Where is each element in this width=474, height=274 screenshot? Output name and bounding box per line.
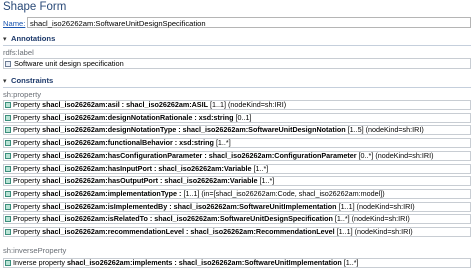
annotations-section-header[interactable]: ▾ Annotations: [3, 34, 55, 43]
row-prefix: Property: [13, 214, 41, 224]
row-prefix: Property: [13, 227, 41, 236]
divider: [3, 45, 471, 46]
property-row[interactable]: Property shacl_iso26262am:implementationT…: [3, 188, 471, 199]
row-cardinality: [1..*]: [343, 258, 359, 267]
rdfs-label-label: rdfs:label: [3, 48, 34, 57]
property-icon: [5, 165, 11, 172]
row-property-name: shacl_iso26262am:designNotationType : sh…: [42, 125, 346, 135]
property-icon: [5, 114, 11, 121]
inverse-property-row[interactable]: Inverse property shacl_iso26262am:implem…: [3, 258, 471, 268]
row-cardinality: [1..*]: [253, 163, 269, 173]
row-property-name: shacl_iso26262am:recommendationLevel : s…: [42, 227, 335, 236]
row-property-name: shacl_iso26262am:hasConfigurationParamet…: [42, 150, 357, 160]
sh-inverse-property-label: sh:inverseProperty: [3, 246, 67, 255]
constraints-title: Constraints: [11, 76, 54, 85]
row-prefix: Property: [13, 100, 41, 109]
row-property-name: shacl_iso26262am:designNotationRationale…: [42, 112, 234, 122]
row-property-name: shacl_iso26262am:hasOutputPort : shacl_i…: [42, 176, 258, 186]
property-row[interactable]: Property shacl_iso26262am:designNotationT…: [3, 125, 471, 136]
row-property-name: shacl_iso26262am:implementationType :: [42, 188, 182, 198]
rdfs-label-value-row[interactable]: Software unit design specification: [3, 58, 471, 69]
property-icon: [5, 178, 11, 185]
name-row: Name: shacl_iso26262am:SoftwareUnitDesig…: [3, 17, 471, 29]
property-row[interactable]: Property shacl_iso26262am:asil : shacl_is…: [3, 100, 471, 110]
property-icon: [5, 102, 11, 108]
sh-property-label: sh:property: [3, 90, 41, 99]
property-row[interactable]: Property shacl_iso26262am:hasConfiguratio…: [3, 150, 471, 161]
property-row[interactable]: Property shacl_iso26262am:recommendationL…: [3, 227, 471, 237]
property-row[interactable]: Property shacl_iso26262am:isImplementedBy…: [3, 201, 471, 212]
row-cardinality: [1..1] (in=[shacl_iso26262am:Code, shacl…: [183, 188, 385, 198]
row-property-name: shacl_iso26262am:asil : shacl_iso26262am…: [42, 100, 208, 109]
row-prefix: Property: [13, 150, 41, 160]
chevron-down-icon[interactable]: ▾: [3, 77, 11, 85]
property-icon: [5, 127, 11, 134]
constraints-section-header[interactable]: ▾ Constraints: [3, 76, 53, 85]
row-cardinality: [1..*] (nodeKind=sh:IRI): [334, 214, 410, 224]
property-row[interactable]: Property shacl_iso26262am:isRelatedTo : s…: [3, 214, 471, 225]
row-property-name: shacl_iso26262am:functionalBehavior : xs…: [42, 138, 214, 148]
row-cardinality: [1..5] (nodeKind=sh:IRI): [347, 125, 424, 135]
property-row[interactable]: Property shacl_iso26262am:hasOutputPort :…: [3, 176, 471, 187]
document-icon: [5, 60, 11, 67]
name-link[interactable]: Name:: [3, 19, 27, 28]
page-title: Shape Form: [3, 1, 67, 13]
row-prefix: Property: [13, 125, 41, 135]
name-input[interactable]: shacl_iso26262am:SoftwareUnitDesignSpeci…: [27, 17, 471, 28]
annotations-title: Annotations: [11, 34, 56, 43]
property-row[interactable]: Property shacl_iso26262am:hasInputPort : …: [3, 163, 471, 174]
property-icon: [5, 152, 11, 159]
row-prefix: Property: [13, 163, 41, 173]
row-prefix: Inverse property: [13, 258, 65, 267]
row-cardinality: [0..*] (nodeKind=sh:IRI): [358, 150, 434, 160]
row-prefix: Property: [13, 138, 41, 148]
property-icon: [5, 216, 11, 223]
row-prefix: Property: [13, 176, 41, 186]
chevron-down-icon[interactable]: ▾: [3, 35, 11, 43]
property-icon: [5, 203, 11, 210]
row-prefix: Property: [13, 112, 41, 122]
row-cardinality: [1..1] (nodeKind=sh:IRI): [336, 227, 413, 236]
row-cardinality: [1..*]: [259, 176, 275, 186]
property-icon: [5, 140, 11, 147]
rdfs-label-value: Software unit design specification: [14, 59, 124, 68]
row-property-name: shacl_iso26262am:implements : shacl_iso2…: [66, 258, 342, 267]
divider: [3, 87, 471, 88]
row-property-name: shacl_iso26262am:hasInputPort : shacl_is…: [42, 163, 252, 173]
row-cardinality: [1..*]: [215, 138, 231, 148]
property-row[interactable]: Property shacl_iso26262am:designNotationR…: [3, 112, 471, 123]
property-icon: [5, 190, 11, 197]
row-cardinality: [0..1]: [235, 112, 252, 122]
row-prefix: Property: [13, 201, 41, 211]
row-cardinality: [1..1] (nodeKind=sh:IRI): [209, 100, 287, 109]
property-row[interactable]: Property shacl_iso26262am:functionalBehav…: [3, 138, 471, 149]
property-icon: [5, 260, 11, 266]
row-property-name: shacl_iso26262am:isImplementedBy : shacl…: [42, 201, 337, 211]
row-prefix: Property: [13, 188, 41, 198]
row-property-name: shacl_iso26262am:isRelatedTo : shacl_iso…: [42, 214, 333, 224]
row-cardinality: [1..1] (nodeKind=sh:IRI): [338, 201, 415, 211]
property-icon: [5, 229, 11, 235]
